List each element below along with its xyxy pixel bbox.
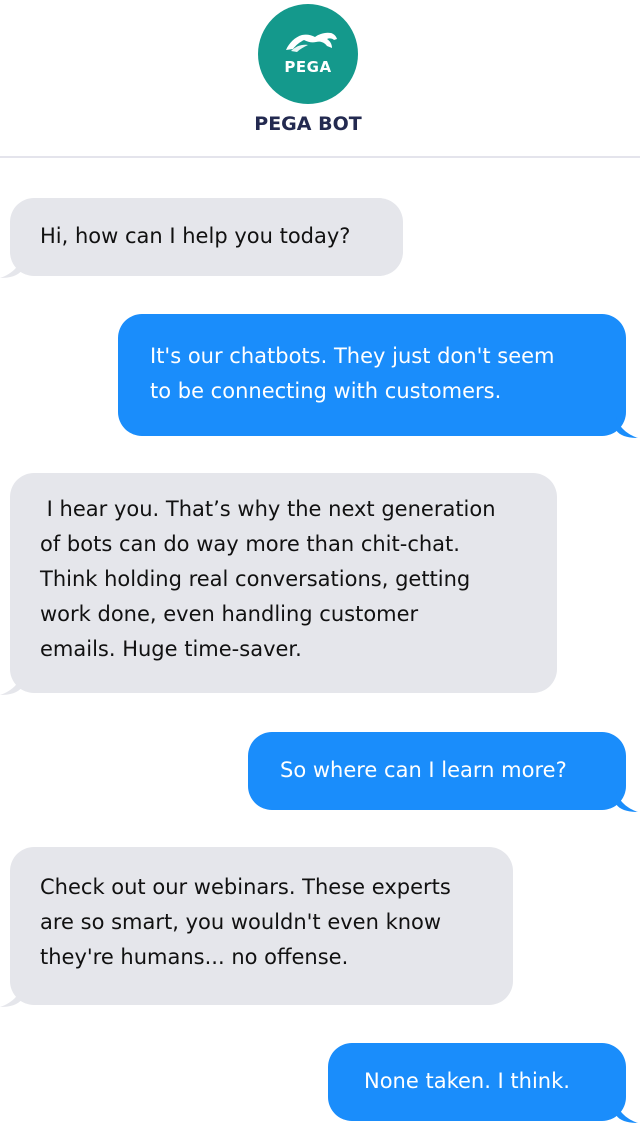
horse-icon [286,32,337,52]
user-message: None taken. I think. [328,1043,638,1123]
bubble-tail [616,416,638,438]
bot-message: Check out our webinars. These experts ar… [0,847,513,1007]
message-line: emails. Huge time-saver. [40,637,302,661]
bubble-tail [0,673,22,695]
message-line: are so smart, you wouldn't even know [40,910,442,934]
message-line: Hi, how can I help you today? [40,224,351,248]
bubble-tail [0,256,22,278]
bot-message: Hi, how can I help you today? [0,198,403,278]
message-line: So where can I learn more? [280,758,567,782]
chat-header: PEGA PEGA BOT [0,0,640,158]
pega-logo: PEGA [258,4,358,104]
user-message: It's our chatbots. They just don't seem … [118,314,638,438]
message-line: work done, even handling customer [40,602,419,626]
message-line: I hear you. That’s why the next generati… [40,497,496,521]
message-line: Check out our webinars. These experts [40,875,451,899]
message-line: to be connecting with customers. [150,379,502,403]
message-line: they're humans... no offense. [40,945,349,969]
bubble-tail [616,1101,638,1123]
logo-text: PEGA [284,58,332,76]
message-line: None taken. I think. [364,1069,570,1093]
message-line: It's our chatbots. They just don't seem [150,344,555,368]
message-line: Think holding real conversations, gettin… [40,567,471,591]
bubble-tail [616,790,638,812]
bot-message: I hear you. That’s why the next generati… [0,473,557,695]
bubble-tail [0,985,22,1007]
bot-name: PEGA BOT [254,113,362,135]
message-line: of bots can do way more than chit-chat. [40,532,460,556]
user-message: So where can I learn more? [248,732,638,812]
